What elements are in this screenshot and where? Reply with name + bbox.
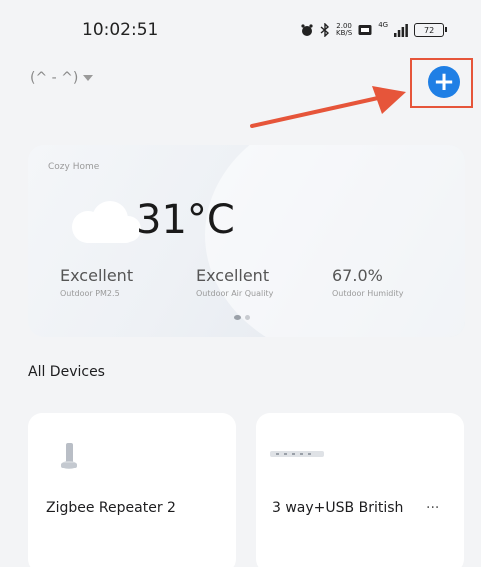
- status-bar: 10:02:51 2.00 KB/S 4G 72: [0, 0, 481, 60]
- home-selector[interactable]: (^ - ^): [30, 70, 94, 86]
- device-card-zigbee-repeater[interactable]: Zigbee Repeater 2: [28, 413, 236, 567]
- cloud-icon: [72, 201, 141, 243]
- more-icon[interactable]: ···: [426, 500, 439, 516]
- device-name: 3 way+USB British: [272, 500, 404, 516]
- hd-call-icon: [358, 25, 372, 35]
- status-icons: 2.00 KB/S 4G 72: [300, 21, 448, 39]
- chevron-down-icon: [83, 75, 94, 81]
- metric-humidity: 67.0% Outdoor Humidity: [332, 266, 403, 298]
- net-speed: 2.00 KB/S: [336, 23, 352, 37]
- metric-label: Outdoor Humidity: [332, 289, 404, 298]
- battery-icon: 72: [414, 23, 448, 37]
- pager-dot-active: [234, 315, 241, 320]
- signal-icon: [394, 23, 408, 37]
- alarm-icon: [301, 24, 313, 36]
- net-speed-unit: KB/S: [336, 29, 353, 37]
- temperature: 31°C: [136, 197, 235, 243]
- metric-label: Outdoor Air Quality: [196, 289, 274, 298]
- battery-level: 72: [424, 25, 435, 35]
- metric-label: Outdoor PM2.5: [60, 289, 120, 298]
- pager-dot: [245, 315, 250, 320]
- device-name: Zigbee Repeater 2: [46, 500, 176, 516]
- card-decoration: [205, 145, 465, 337]
- zigbee-repeater-icon: [61, 443, 77, 469]
- card-pager: [234, 315, 250, 320]
- home-name: Cozy Home: [48, 162, 100, 172]
- annotation-arrow: [250, 86, 406, 128]
- home-selector-label: (^ - ^): [30, 70, 79, 86]
- bluetooth-icon: [320, 23, 330, 37]
- status-clock: 10:02:51: [82, 20, 159, 40]
- power-strip-icon: [270, 451, 324, 457]
- device-card-3way-usb-british[interactable]: 3 way+USB British ···: [256, 413, 464, 567]
- metric-value: 67.0%: [332, 266, 383, 285]
- plus-icon: +: [433, 67, 455, 97]
- metric-value: Excellent: [196, 266, 270, 285]
- metric-air-quality: Excellent Outdoor Air Quality: [196, 266, 273, 298]
- metric-pm25: Excellent Outdoor PM2.5: [60, 266, 133, 298]
- weather-card[interactable]: Cozy Home 31°C Excellent Outdoor PM2.5 E…: [28, 145, 465, 337]
- section-title-all-devices: All Devices: [28, 364, 105, 380]
- metric-value: Excellent: [60, 266, 134, 285]
- add-device-button[interactable]: +: [428, 66, 460, 98]
- network-type: 4G: [378, 21, 389, 29]
